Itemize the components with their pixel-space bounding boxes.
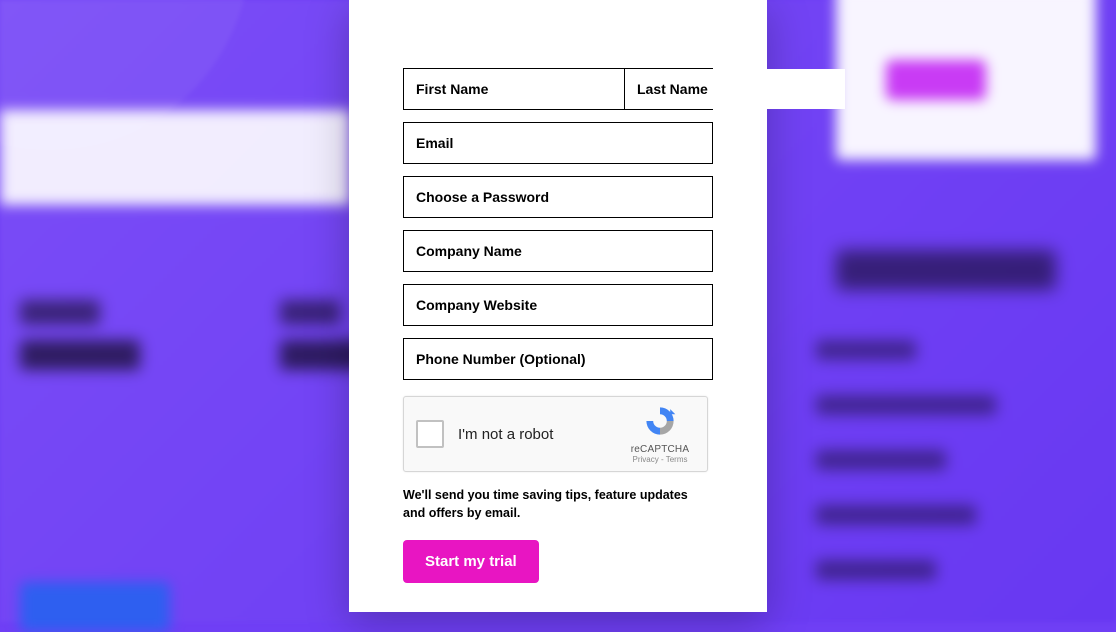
recaptcha-label: I'm not a robot bbox=[458, 426, 625, 443]
company-name-input[interactable] bbox=[403, 230, 713, 272]
signup-modal: I'm not a robot reCAPTCHA Privacy - Term… bbox=[349, 0, 767, 612]
recaptcha-checkbox[interactable] bbox=[416, 420, 444, 448]
last-name-input[interactable] bbox=[625, 69, 845, 109]
recaptcha-links[interactable]: Privacy - Terms bbox=[625, 455, 695, 464]
company-website-input[interactable] bbox=[403, 284, 713, 326]
email-input[interactable] bbox=[403, 122, 713, 164]
recaptcha-branding: reCAPTCHA Privacy - Terms bbox=[625, 404, 695, 464]
password-input[interactable] bbox=[403, 176, 713, 218]
phone-input[interactable] bbox=[403, 338, 713, 380]
email-disclosure-text: We'll send you time saving tips, feature… bbox=[403, 486, 713, 522]
name-row bbox=[403, 68, 713, 110]
recaptcha-widget: I'm not a robot reCAPTCHA Privacy - Term… bbox=[403, 396, 708, 472]
recaptcha-brand-text: reCAPTCHA bbox=[625, 444, 695, 455]
first-name-input[interactable] bbox=[404, 69, 625, 109]
start-trial-button[interactable]: Start my trial bbox=[403, 540, 539, 583]
recaptcha-icon bbox=[643, 404, 677, 438]
